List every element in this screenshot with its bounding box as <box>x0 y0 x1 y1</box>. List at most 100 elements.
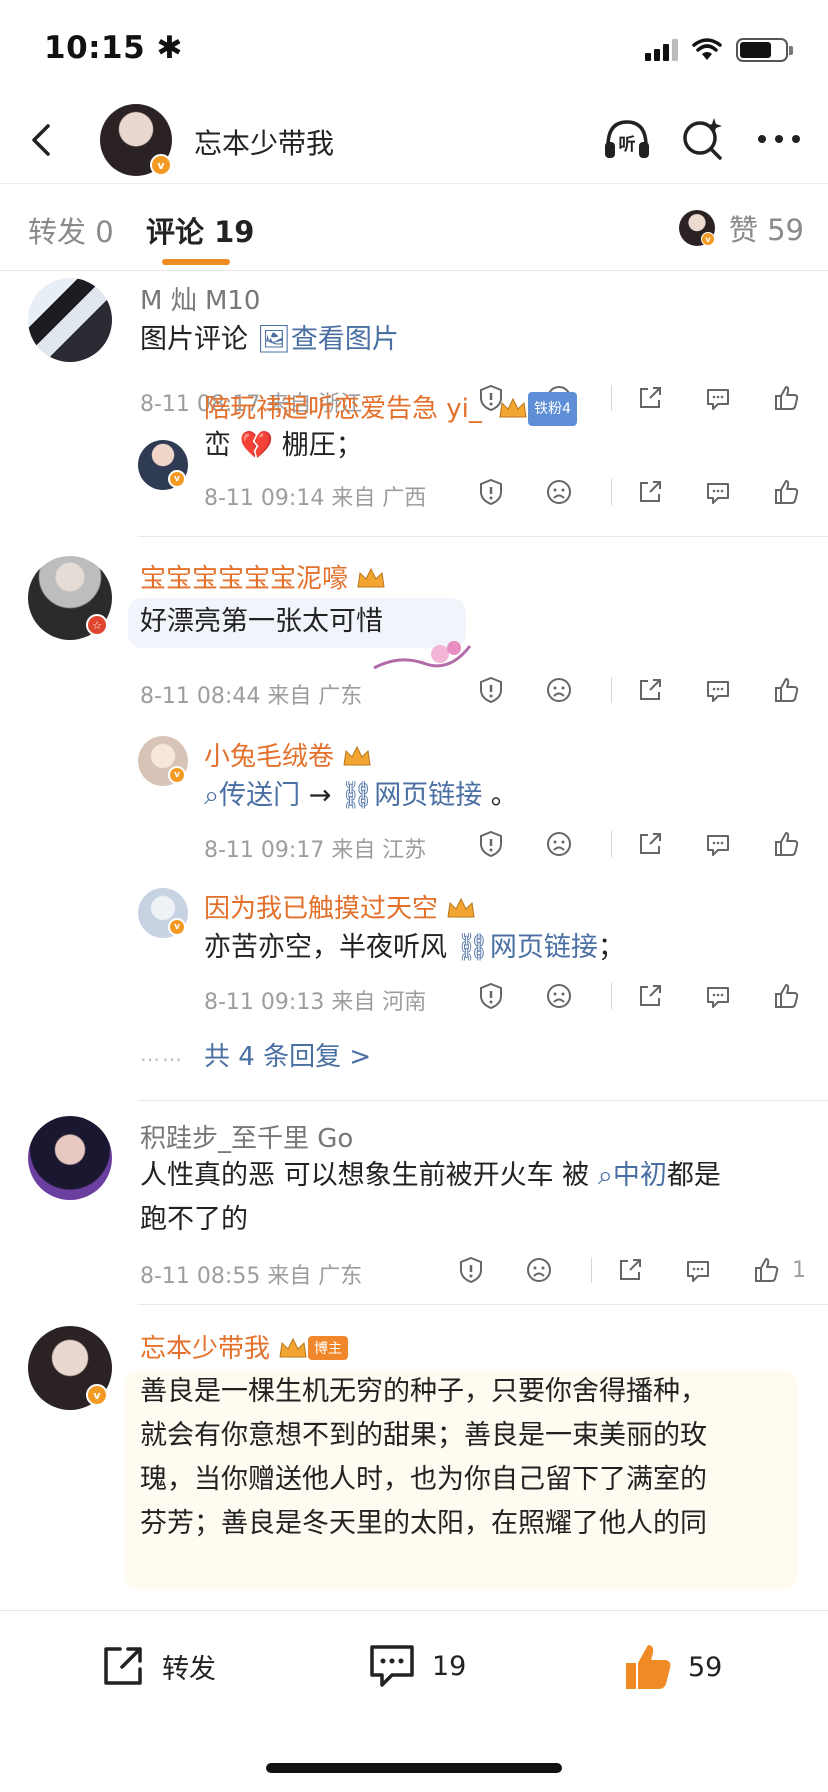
like-count: 1 <box>792 1257 806 1283</box>
repost-button[interactable]: 转发 <box>98 1641 216 1691</box>
listen-headphone-icon[interactable]: 听 <box>602 114 652 164</box>
comment-divider <box>138 1100 828 1101</box>
like-thumb-icon[interactable] <box>770 476 802 508</box>
share-icon[interactable] <box>614 1254 646 1286</box>
reply-actions <box>475 980 802 1012</box>
cellular-signal-icon <box>645 39 678 61</box>
comment-feed[interactable]: M 灿 M10 图片评论 🖼查看图片 8-11 08:17 来自 浙江 v 陪玩… <box>0 272 828 1608</box>
commenter-name[interactable]: M 灿 M10 <box>140 280 260 317</box>
comment-text-line2: 跑不了的 <box>140 1204 248 1235</box>
reply-actions <box>475 476 802 508</box>
report-icon[interactable] <box>455 1254 487 1286</box>
more-menu-icon[interactable] <box>754 114 804 164</box>
reply-bubble-icon[interactable] <box>702 980 734 1012</box>
home-indicator[interactable] <box>266 1763 562 1773</box>
report-icon[interactable] <box>475 828 507 860</box>
replier-name[interactable]: 因为我已触摸过天空 <box>204 888 476 925</box>
verified-badge-icon: v <box>700 232 715 246</box>
like-button[interactable]: 59 <box>622 1641 722 1693</box>
reply-actions <box>475 828 802 860</box>
tab-likes[interactable]: v 赞 59 <box>678 207 804 249</box>
tab-repost[interactable]: 转发 0 <box>28 209 114 251</box>
view-more-replies-link[interactable]: 共 4 条回复 > <box>204 1036 371 1073</box>
like-thumb-icon[interactable] <box>770 828 802 860</box>
verified-badge-icon: v <box>86 1384 108 1406</box>
svg-text:听: 听 <box>619 134 636 155</box>
commenter-avatar[interactable] <box>28 278 112 362</box>
author-avatar[interactable]: v <box>100 104 172 176</box>
replier-avatar[interactable]: v <box>138 888 188 938</box>
comment-text-line: 瑰，当你赠送他人时，也为你自己留下了满室的 <box>140 1464 707 1495</box>
reply-bubble-icon[interactable] <box>682 1254 714 1286</box>
reply-text: 峦 💔 棚圧； <box>204 430 363 461</box>
share-icon[interactable] <box>634 980 666 1012</box>
comment-bubble-icon <box>370 1645 414 1687</box>
like-thumb-icon[interactable] <box>770 980 802 1012</box>
comment-actions <box>475 674 802 706</box>
topic-search-link[interactable]: ⌕中初 <box>598 1160 667 1191</box>
replier-avatar[interactable]: v <box>138 440 188 490</box>
verified-badge-icon: v <box>168 918 186 936</box>
share-icon[interactable] <box>634 674 666 706</box>
replier-name[interactable]: 陪玩祎起听恋爱告急 yi_ 铁粉4 <box>204 392 578 426</box>
comment-meta: 8-11 08:44 来自 广东 <box>140 684 363 709</box>
like-thumb-icon[interactable] <box>770 382 802 414</box>
bubble-decoration-icon <box>373 641 472 670</box>
commenter-name[interactable]: 宝宝宝宝宝宝泥嚎 <box>140 558 386 595</box>
comment-text-line: 善良是一棵生机无穷的种子，只要你舍得播种， <box>140 1376 707 1407</box>
reply-bubble-icon[interactable] <box>702 476 734 508</box>
comment-text-line: 芬芳；善良是冬天里的太阳，在照耀了他人的同 <box>140 1508 707 1539</box>
share-icon[interactable] <box>634 476 666 508</box>
view-image-link[interactable]: 🖼查看图片 <box>257 324 399 355</box>
reply-bubble-icon[interactable] <box>702 382 734 414</box>
reply-bubble-icon[interactable] <box>702 828 734 860</box>
dislike-face-icon[interactable] <box>523 1254 555 1286</box>
comment-button[interactable]: 19 <box>366 1641 466 1691</box>
comment-divider <box>138 1304 828 1305</box>
crown-icon <box>343 745 371 766</box>
dislike-face-icon[interactable] <box>543 828 575 860</box>
crown-icon <box>447 897 475 918</box>
like-thumb-icon[interactable] <box>750 1254 782 1286</box>
dislike-face-icon[interactable] <box>543 674 575 706</box>
web-link[interactable]: ⛓网页链接 <box>456 932 598 963</box>
commenter-name[interactable]: 积跬步_至千里 Go <box>140 1118 353 1155</box>
web-link[interactable]: ⛓网页链接 <box>340 780 482 811</box>
like-count: 59 <box>688 1651 723 1683</box>
commenter-name[interactable]: 忘本少带我 博主 <box>140 1328 349 1365</box>
commenter-avatar[interactable]: v <box>28 1326 112 1410</box>
share-icon[interactable] <box>634 382 666 414</box>
commenter-avatar[interactable] <box>28 1116 112 1200</box>
crown-icon <box>357 567 385 588</box>
author-name[interactable]: 忘本少带我 <box>194 122 334 162</box>
dislike-face-icon[interactable] <box>543 476 575 508</box>
dislike-face-icon[interactable] <box>543 980 575 1012</box>
reply-bubble-icon[interactable] <box>702 674 734 706</box>
comment-divider <box>138 536 828 537</box>
share-icon[interactable] <box>634 828 666 860</box>
report-icon[interactable] <box>475 674 507 706</box>
tab-comments[interactable]: 评论 19 <box>146 209 254 251</box>
replier-avatar[interactable]: v <box>138 736 188 786</box>
search-sparkle-icon[interactable] <box>678 114 728 164</box>
report-icon[interactable] <box>475 980 507 1012</box>
liked-thumb-icon <box>626 1645 671 1689</box>
crown-icon <box>279 1337 307 1358</box>
comment-count: 19 <box>432 1650 467 1682</box>
like-thumb-icon[interactable] <box>770 674 802 706</box>
status-bar: 10:15 ✱ <box>0 0 828 100</box>
portal-search-link[interactable]: ⌕传送门 <box>204 780 300 811</box>
wifi-icon <box>692 38 722 60</box>
comment-text: 好漂亮第一张太可惜 <box>140 606 383 637</box>
report-icon[interactable] <box>475 476 507 508</box>
bottom-action-bar: 转发 19 59 <box>0 1610 828 1792</box>
verified-badge-icon: v <box>150 154 172 176</box>
reply-meta: 8-11 09:13 来自 河南 <box>204 990 427 1015</box>
member-badge-icon: ☆ <box>86 614 108 636</box>
nav-header: v 忘本少带我 听 <box>0 100 828 184</box>
reply-text: ⌕传送门 → ⛓网页链接 。 <box>204 780 518 811</box>
commenter-avatar[interactable]: ☆ <box>28 556 112 640</box>
comment-text: 图片评论 🖼查看图片 <box>140 324 399 355</box>
back-arrow-icon[interactable] <box>20 118 64 162</box>
replier-name[interactable]: 小兔毛绒卷 <box>204 736 372 773</box>
